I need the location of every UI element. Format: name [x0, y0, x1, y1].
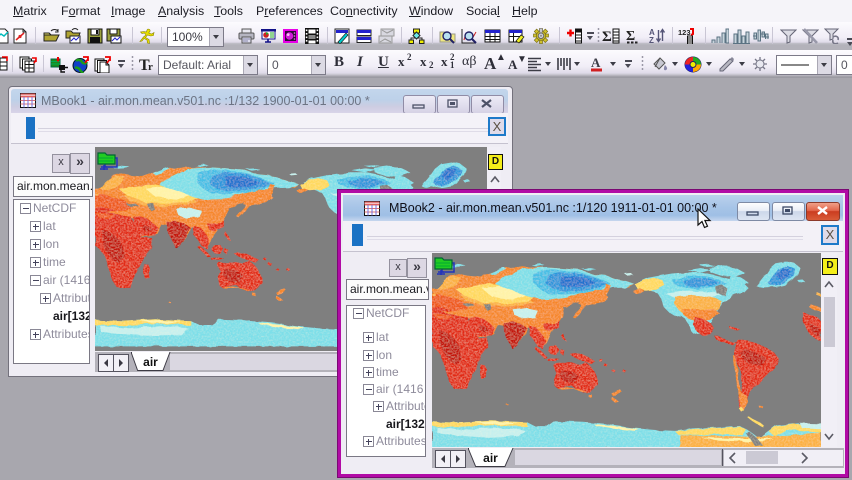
svg-text:Z: Z: [649, 36, 654, 44]
svg-text:Σ: Σ: [602, 29, 612, 44]
svg-text:r: r: [148, 61, 153, 73]
svg-text:A: A: [591, 56, 601, 70]
